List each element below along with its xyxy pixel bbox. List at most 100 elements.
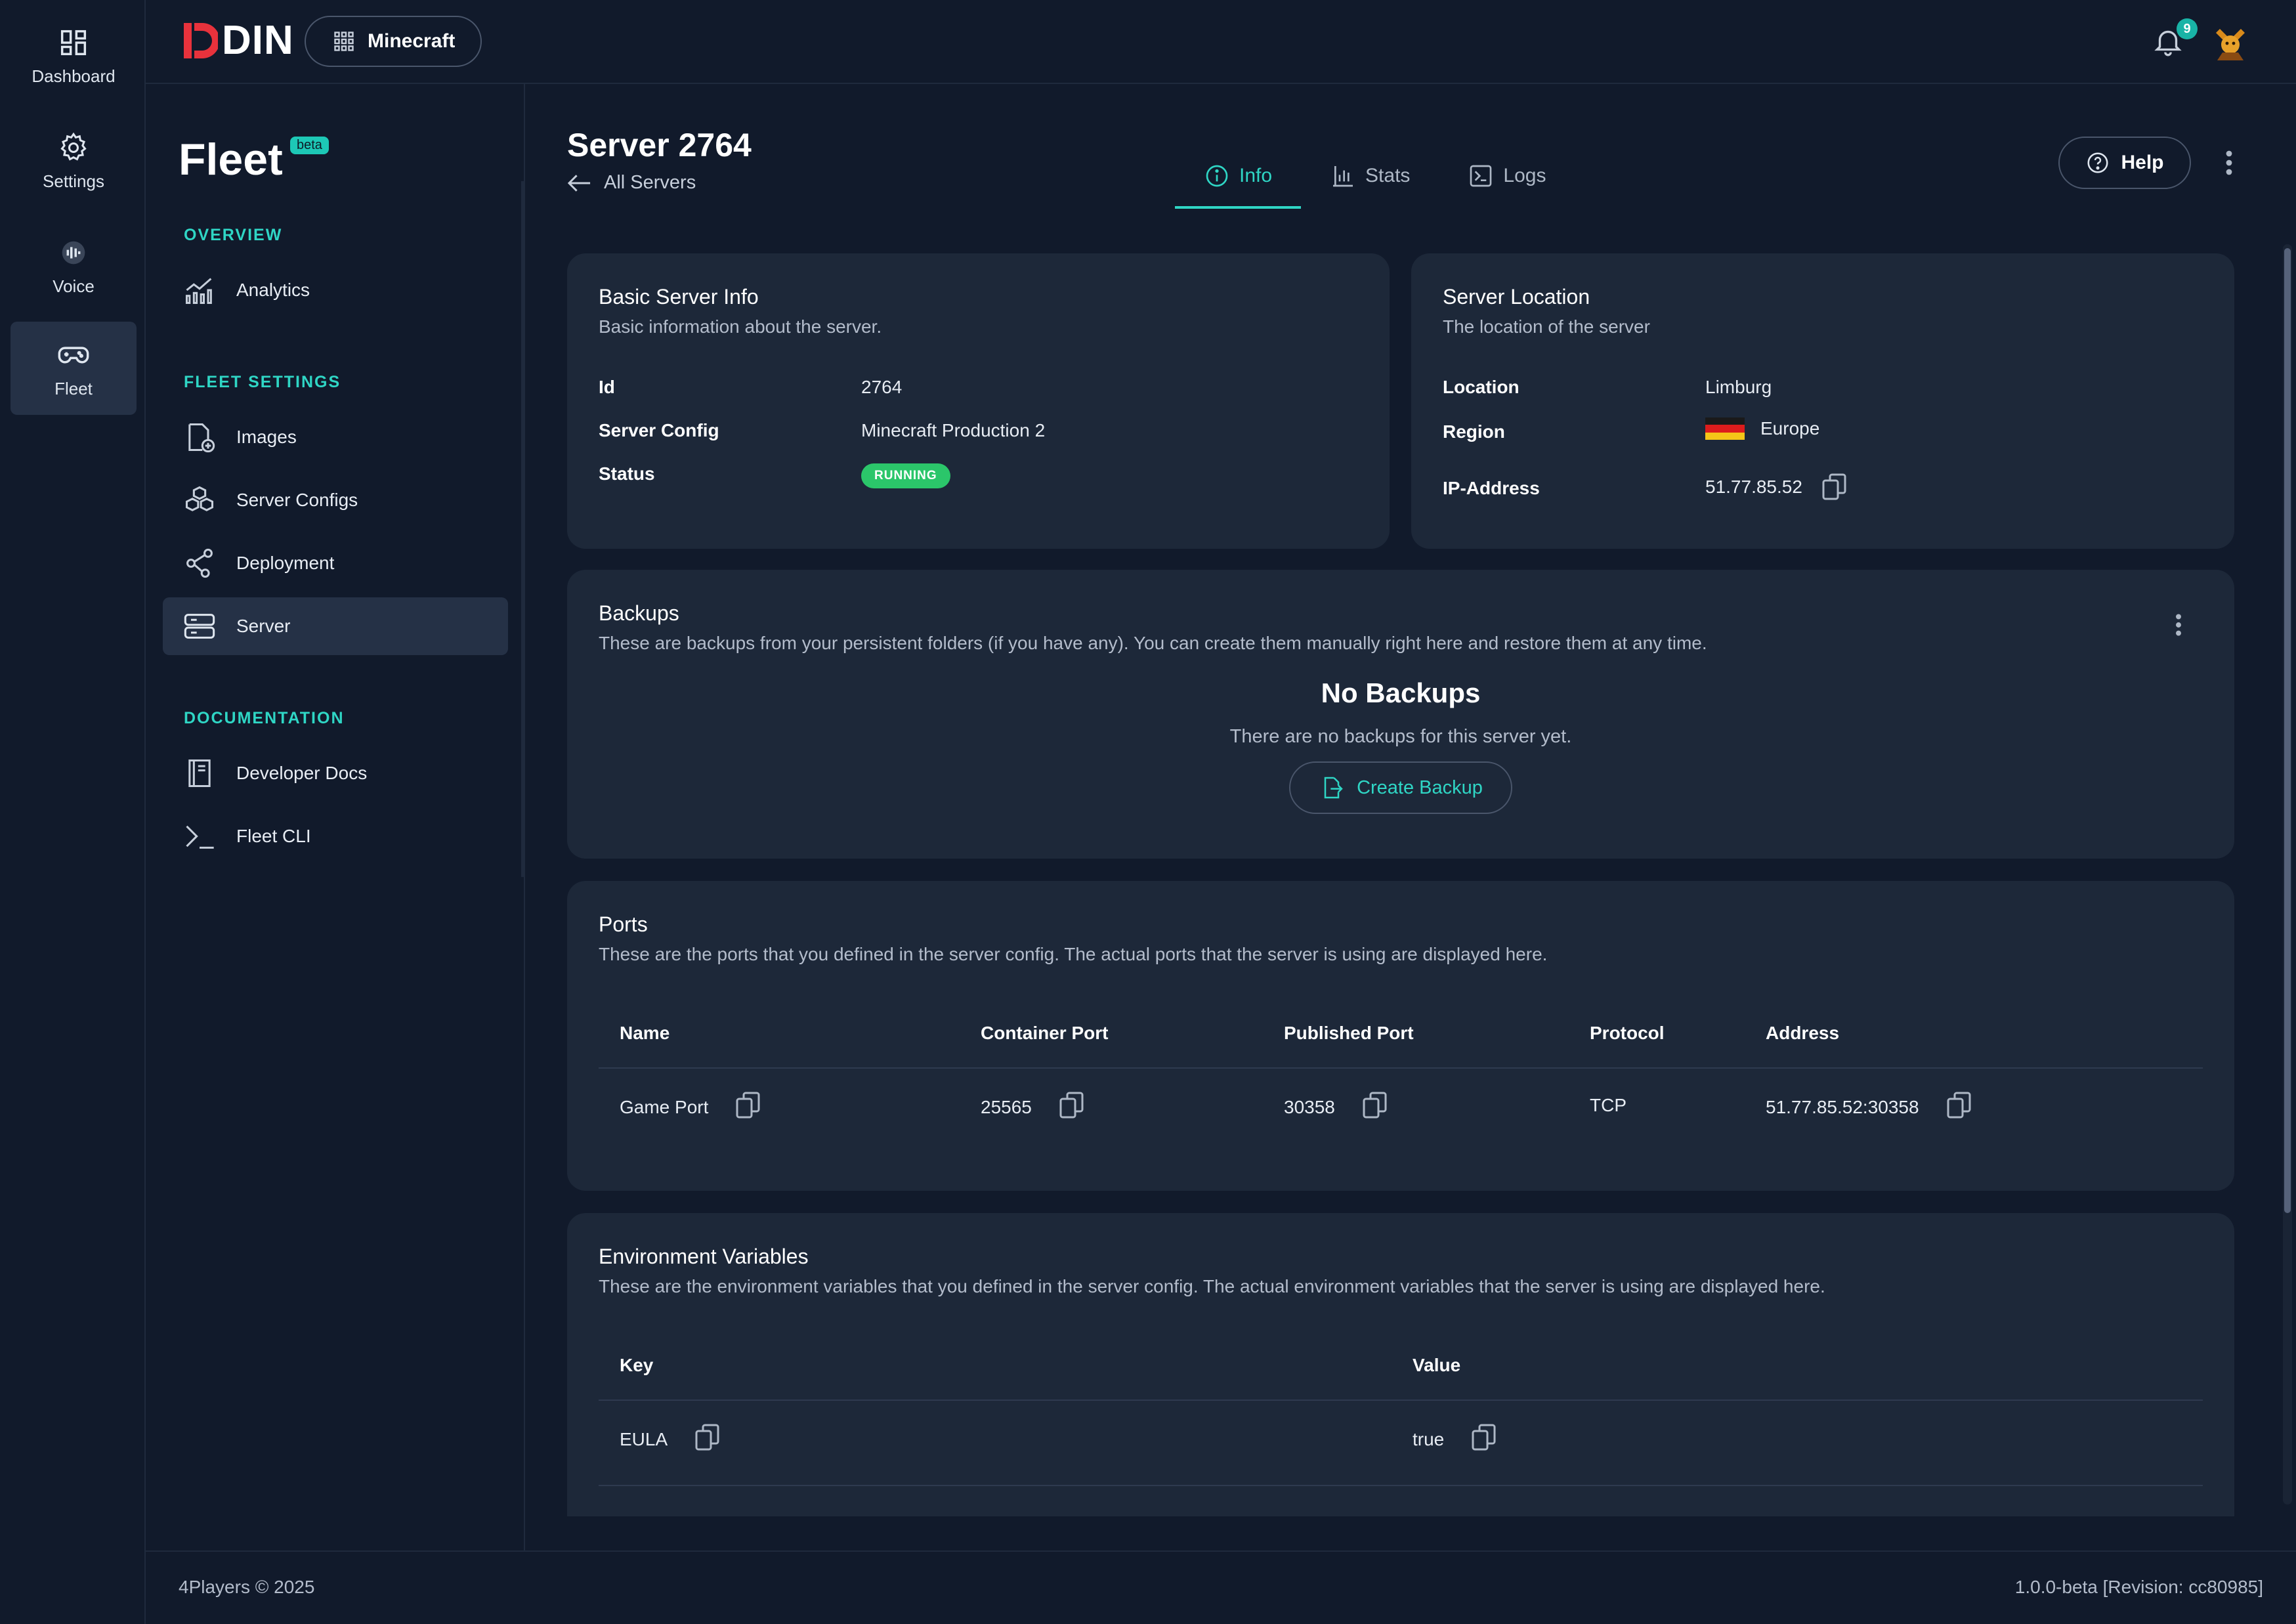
rail-item-settings[interactable]: Settings — [11, 114, 137, 207]
tab-logs[interactable]: Logs — [1439, 143, 1575, 209]
value-text: 51.77.85.52 — [1705, 477, 1802, 497]
server-icon — [184, 614, 215, 639]
germany-flag-icon — [1705, 417, 1745, 440]
notification-badge: 9 — [2177, 18, 2198, 39]
nav-item-server[interactable]: Server — [163, 597, 508, 655]
table-header: Key Value — [599, 1329, 2203, 1401]
copy-icon[interactable] — [1058, 1091, 1084, 1120]
protocol-cell: TCP — [1590, 1095, 1626, 1116]
book-icon — [188, 759, 211, 788]
location-value-location: Limburg — [1705, 377, 1772, 398]
logo-text: DIN — [222, 18, 294, 63]
avatar[interactable] — [2209, 21, 2251, 63]
icon-rail: Dashboard Settings Voice Fleet — [0, 0, 146, 1624]
tab-stats[interactable]: Stats — [1301, 143, 1439, 209]
table-header: Name Container Port Published Port Proto… — [599, 996, 2203, 1069]
ports-table: Name Container Port Published Port Proto… — [599, 996, 2203, 1154]
more-options-icon[interactable] — [2221, 150, 2237, 176]
rail-item-label: Dashboard — [32, 66, 116, 86]
backups-card: Backups These are backups from your pers… — [567, 570, 2234, 859]
card-title: Backups — [599, 601, 679, 625]
cell-text: TCP — [1590, 1095, 1626, 1115]
odin-logo[interactable]: DIN — [179, 17, 294, 64]
content-scroll-area: Basic Server Info Basic information abou… — [567, 253, 2234, 1516]
fleet-title: Fleet — [179, 135, 283, 184]
sidebar-scrollbar[interactable] — [521, 181, 524, 877]
tab-bar: Info Stats Logs — [1175, 143, 1575, 209]
env-key-cell: EULA — [620, 1424, 720, 1452]
backups-menu-icon[interactable] — [2173, 613, 2184, 637]
ports-card: Ports These are the ports that you defin… — [567, 881, 2234, 1191]
rail-item-fleet[interactable]: Fleet — [11, 322, 137, 415]
info-key-server-config: Server Config — [599, 420, 719, 440]
value-text: Limburg — [1705, 377, 1772, 397]
cell-text: Game Port — [620, 1097, 709, 1117]
content-scrollbar[interactable] — [2283, 244, 2292, 1505]
location-key-region: Region — [1443, 421, 1505, 442]
cell-text: EULA — [620, 1429, 668, 1449]
rail-item-voice[interactable]: Voice — [11, 219, 137, 312]
back-link-all-servers[interactable]: All Servers — [567, 172, 696, 194]
nav-item-fleet-cli[interactable]: Fleet CLI — [163, 807, 508, 865]
section-label-fleet-settings: FLEET SETTINGS — [184, 373, 341, 391]
voice-icon — [62, 241, 85, 264]
grid-icon — [334, 32, 354, 51]
version-text: 1.0.0-beta [Revision: cc80985] — [2014, 1577, 2263, 1597]
analytics-icon — [185, 278, 212, 305]
copy-icon[interactable] — [1945, 1091, 1972, 1120]
nav-item-label: Server Configs — [236, 490, 358, 510]
copy-icon[interactable] — [1470, 1423, 1497, 1452]
info-key-status: Status — [599, 463, 655, 484]
beta-badge: beta — [290, 137, 329, 154]
nav-item-label: Developer Docs — [236, 763, 368, 783]
app-switcher-label: Minecraft — [368, 30, 456, 52]
tab-info[interactable]: Info — [1175, 143, 1302, 209]
rail-item-label: Voice — [53, 276, 95, 296]
location-value-ip-address: 51.77.85.52 — [1705, 473, 1847, 502]
nav-item-deployment[interactable]: Deployment — [163, 534, 508, 592]
gamepad-icon — [58, 346, 89, 363]
column-header: Name — [620, 1023, 670, 1043]
value-text: Minecraft Production 2 — [861, 420, 1046, 440]
boxes-icon — [185, 486, 214, 511]
table-row: EULA true — [599, 1401, 2203, 1486]
card-title: Server Location — [1443, 285, 1590, 309]
card-subtitle: These are backups from your persistent f… — [599, 633, 1707, 653]
help-button[interactable]: Help — [2058, 137, 2191, 189]
copy-icon[interactable] — [1821, 473, 1847, 502]
tab-label: Stats — [1365, 165, 1411, 186]
tab-label: Logs — [1503, 165, 1546, 186]
rail-item-label: Settings — [43, 171, 104, 191]
help-button-label: Help — [2121, 152, 2164, 173]
copy-icon[interactable] — [694, 1423, 720, 1452]
environment-variables-card: Environment Variables These are the envi… — [567, 1213, 2234, 1516]
rail-item-dashboard[interactable]: Dashboard — [11, 9, 137, 102]
nav-item-server-configs[interactable]: Server Configs — [163, 471, 508, 529]
nav-item-analytics[interactable]: Analytics — [163, 261, 508, 319]
card-subtitle: These are the ports that you defined in … — [599, 944, 1548, 964]
address-cell: 51.77.85.52:30358 — [1766, 1092, 1972, 1120]
value-text: Europe — [1760, 418, 1820, 438]
create-backup-button[interactable]: Create Backup — [1289, 761, 1512, 814]
create-backup-label: Create Backup — [1357, 777, 1483, 798]
cell-text: true — [1413, 1429, 1445, 1449]
card-subtitle: The location of the server — [1443, 316, 1650, 337]
app-switcher-button[interactable]: Minecraft — [305, 16, 482, 67]
scrollbar-thumb[interactable] — [2284, 248, 2291, 1213]
card-subtitle: These are the environment variables that… — [599, 1276, 1825, 1296]
cell-text: 51.77.85.52:30358 — [1766, 1097, 1919, 1117]
bar-chart-icon — [1333, 166, 1353, 187]
nav-item-developer-docs[interactable]: Developer Docs — [163, 744, 508, 802]
nav-item-images[interactable]: Images — [163, 408, 508, 466]
port-name-cell: Game Port — [620, 1092, 761, 1120]
location-value-region: Europe — [1705, 417, 1819, 440]
page-title: Server 2764 — [567, 127, 752, 163]
column-header: Protocol — [1590, 1023, 1665, 1043]
copyright-text: 4Players © 2025 — [179, 1577, 315, 1597]
card-title: Basic Server Info — [599, 285, 759, 309]
nav-item-label: Fleet CLI — [236, 826, 311, 846]
copy-icon[interactable] — [1361, 1091, 1388, 1120]
copy-icon[interactable] — [734, 1091, 761, 1120]
help-circle-icon — [2087, 152, 2109, 173]
export-file-icon — [1324, 777, 1343, 799]
